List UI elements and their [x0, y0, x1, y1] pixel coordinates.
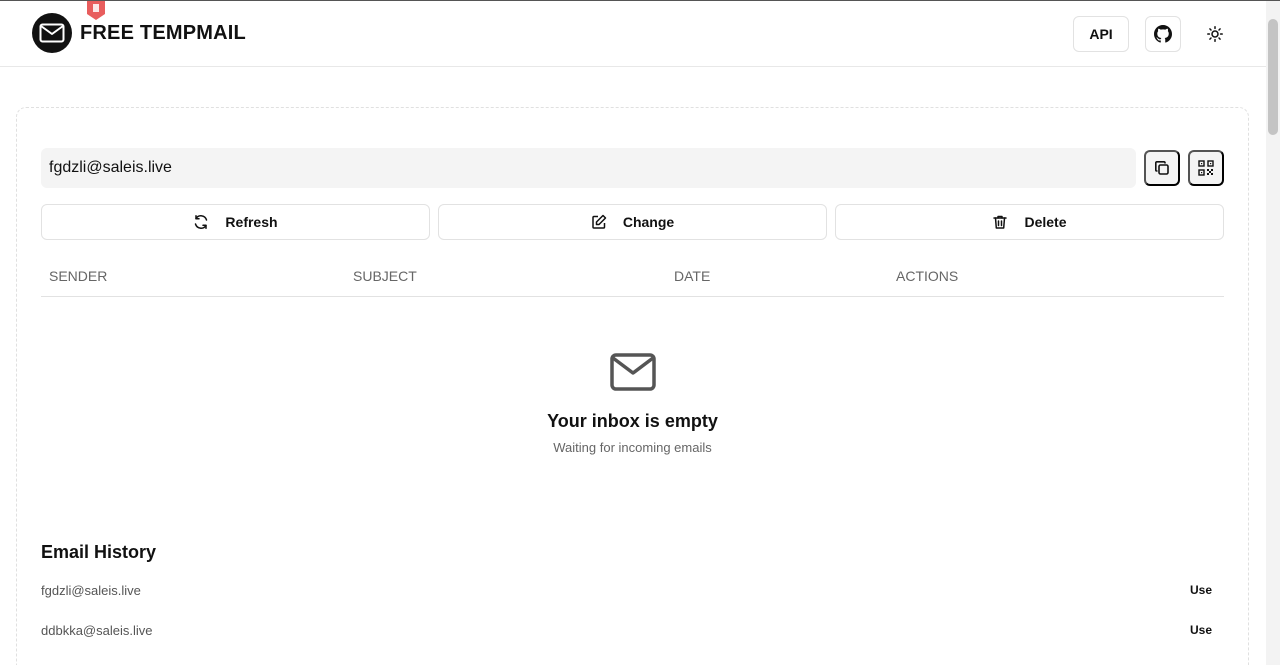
mail-icon: [39, 23, 65, 43]
history-email: ddbkka@saleis.live: [41, 622, 153, 638]
github-button[interactable]: [1145, 16, 1181, 52]
brand[interactable]: FREE TEMPMAIL: [32, 13, 246, 53]
use-button[interactable]: Use: [1190, 623, 1212, 637]
delete-label: Delete: [1024, 214, 1067, 230]
change-button[interactable]: Change: [438, 204, 827, 240]
qr-code-icon: [1198, 160, 1214, 176]
email-history-title: Email History: [41, 542, 157, 562]
column-header-sender: SENDER: [49, 268, 108, 284]
header: FREE TEMPMAIL API: [0, 1, 1266, 67]
copy-button[interactable]: [1144, 150, 1180, 186]
api-button[interactable]: API: [1073, 16, 1129, 52]
column-header-date: DATE: [674, 268, 711, 284]
mail-icon: [609, 353, 656, 391]
empty-inbox-title: Your inbox is empty: [547, 411, 718, 431]
qr-code-button[interactable]: [1188, 150, 1224, 186]
logo: [32, 13, 72, 53]
column-header-subject: SUBJECT: [353, 268, 417, 284]
column-header-actions: ACTIONS: [896, 268, 959, 284]
github-icon: [1154, 25, 1172, 43]
page: FREE TEMPMAIL API fgdzli@saleis.live Ref…: [0, 0, 1280, 665]
sun-icon: [1207, 26, 1223, 42]
page-scrollbar-thumb[interactable]: [1268, 19, 1278, 135]
empty-inbox-state: Your inbox is empty Waiting for incoming…: [41, 353, 1224, 455]
refresh-label: Refresh: [225, 214, 278, 230]
empty-inbox-subtitle: Waiting for incoming emails: [553, 440, 712, 455]
history-email: fgdzli@saleis.live: [41, 582, 141, 598]
change-label: Change: [622, 214, 675, 230]
theme-toggle-button[interactable]: [1197, 16, 1233, 52]
history-item: ddbkka@saleis.live Use: [41, 618, 1224, 642]
brand-title: FREE TEMPMAIL: [80, 21, 246, 44]
extension-badge-icon[interactable]: [85, 0, 107, 20]
history-item: fgdzli@saleis.live Use: [41, 578, 1224, 602]
refresh-icon: [195, 215, 208, 229]
copy-icon: [1155, 161, 1169, 175]
email-address-field[interactable]: fgdzli@saleis.live: [41, 148, 1136, 188]
use-button[interactable]: Use: [1190, 583, 1212, 597]
edit-icon: [592, 214, 607, 229]
trash-icon: [993, 215, 1008, 229]
delete-button[interactable]: Delete: [835, 204, 1224, 240]
inbox-table-header: SENDER SUBJECT DATE ACTIONS: [41, 256, 1224, 297]
mailbox-card: fgdzli@saleis.live Refresh Change Delete…: [16, 107, 1249, 665]
refresh-button[interactable]: Refresh: [41, 204, 430, 240]
